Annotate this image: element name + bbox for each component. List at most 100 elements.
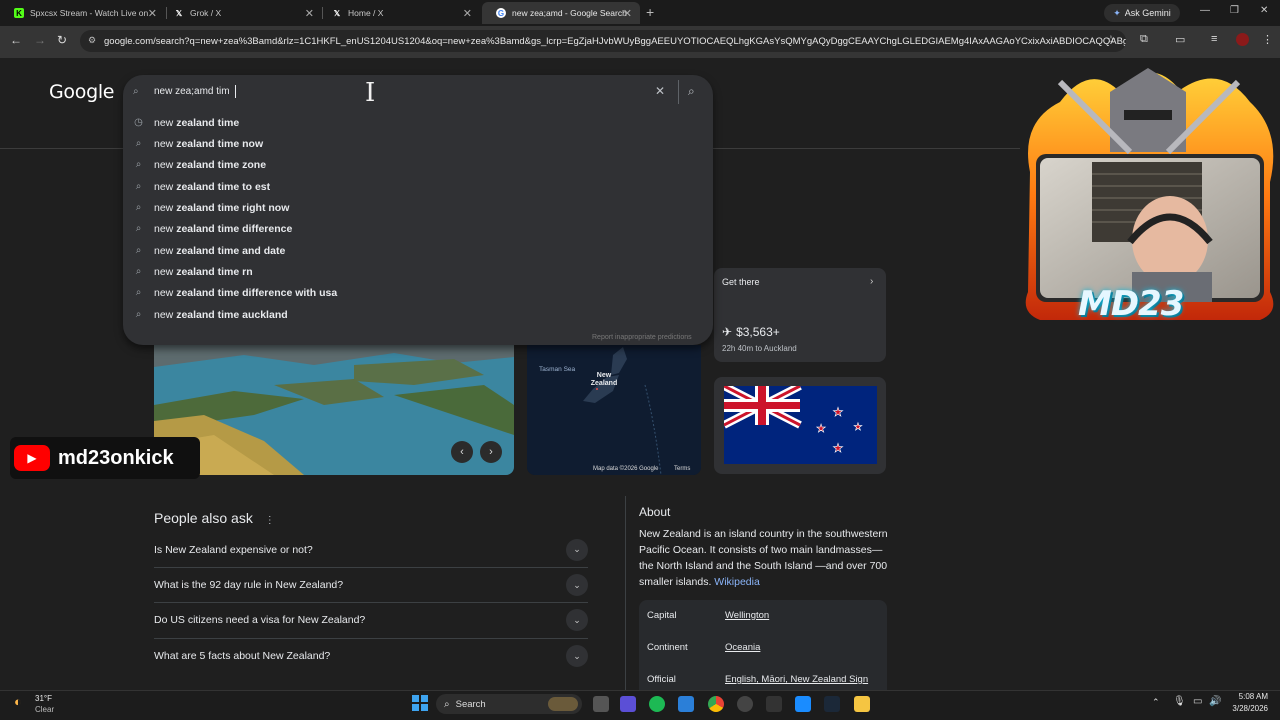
maximize-icon[interactable]: ❐ <box>1230 5 1239 16</box>
suggestion-item[interactable]: ⌕ new zealand time and date <box>123 240 713 261</box>
new-tab-button[interactable]: + <box>646 4 654 20</box>
suggestion-item[interactable]: ⌕ new zealand time auckland <box>123 304 713 325</box>
tab-title: Home / X <box>348 8 384 18</box>
paa-question[interactable]: What are 5 facts about New Zealand? ⌄ <box>154 638 588 673</box>
new-zealand-photo[interactable]: ‹ › <box>154 345 514 475</box>
menu-icon[interactable]: ⋮ <box>1262 33 1273 46</box>
fact-value-link[interactable]: Oceania <box>725 642 760 653</box>
map-terms-link[interactable]: Terms <box>674 466 690 472</box>
reload-icon[interactable]: ↻ <box>57 33 67 47</box>
suggestion-prefix: new <box>154 308 177 321</box>
suggestion-item[interactable]: ⌕ new zealand time difference <box>123 218 713 239</box>
taskbar-search[interactable]: ⌕ Search <box>436 694 582 714</box>
new-zealand-map[interactable]: Tasman Sea New Zealand Map data ©2026 Go… <box>527 345 701 475</box>
obs-icon[interactable] <box>737 696 753 712</box>
minimize-icon[interactable]: — <box>1200 5 1210 16</box>
suggestion-completion: zealand time and date <box>176 244 286 257</box>
media-icon[interactable]: ≡ <box>1211 33 1217 45</box>
tab-google-search[interactable]: G new zea;amd - Google Search ✕ <box>482 2 640 24</box>
site-info-icon[interactable]: ⚙ <box>88 35 96 46</box>
suggestion-item[interactable]: ⌕ new zealand time zone <box>123 154 713 175</box>
map-label-country: New Zealand <box>590 372 618 387</box>
suggestion-completion: zealand time to est <box>176 180 271 193</box>
chevron-down-icon[interactable]: ⌄ <box>566 538 588 561</box>
address-bar[interactable]: ⚙ google.com/search?q=new+zea%3Bamd&rlz=… <box>80 30 1126 52</box>
search-input[interactable]: new zea;amd tim <box>154 86 230 97</box>
flag-card[interactable]: ★ ★ ★ ★ <box>714 377 886 474</box>
suggestion-completion: zealand time <box>176 116 240 129</box>
suggestion-item[interactable]: ⌕ new zealand time rn <box>123 261 713 282</box>
app-icon[interactable] <box>620 696 636 712</box>
google-logo[interactable]: Google <box>49 81 115 103</box>
tab-kick-stream[interactable]: K Spxcsx Stream - Watch Live on ✕ <box>0 2 165 24</box>
paa-question[interactable]: What is the 92 day rule in New Zealand? … <box>154 567 588 602</box>
paa-heading: People also ask ⋮ <box>154 510 275 526</box>
forward-icon[interactable]: → <box>34 33 46 47</box>
chevron-down-icon[interactable]: ⌄ <box>566 574 588 596</box>
microphone-icon[interactable]: 🎙 <box>1173 696 1186 707</box>
tab-title: Spxcsx Stream - Watch Live on <box>30 8 149 18</box>
chrome-icon[interactable] <box>708 696 724 712</box>
suggestion-item[interactable]: ⌕ new zealand time to est <box>123 176 713 197</box>
bookmark-star-icon[interactable]: ☆ <box>1106 33 1116 46</box>
about-text: New Zealand is an island country in the … <box>639 528 888 588</box>
close-tab-icon[interactable]: ✕ <box>623 7 632 20</box>
report-predictions-link[interactable]: Report inappropriate predictions <box>592 334 692 341</box>
wikipedia-link[interactable]: Wikipedia <box>714 576 760 588</box>
search-icon: ⌕ <box>135 287 142 298</box>
weather-icon[interactable]: ◐ <box>14 694 22 709</box>
clock-date[interactable]: 3/28/2026 <box>1226 704 1268 713</box>
more-options-icon[interactable]: ⋮ <box>265 515 275 526</box>
windows-start-icon[interactable] <box>412 695 428 711</box>
paa-title: People also ask <box>154 510 253 526</box>
tab-home-x[interactable]: 𝕏 Home / X ✕ <box>318 2 480 24</box>
google-icon: G <box>496 8 506 18</box>
app-icon[interactable] <box>795 696 811 712</box>
chevron-down-icon[interactable]: ⌄ <box>566 609 588 631</box>
paa-question[interactable]: Do US citizens need a visa for New Zeala… <box>154 602 588 637</box>
file-explorer-icon[interactable] <box>854 696 870 712</box>
chevron-up-icon[interactable]: ⌃ <box>1152 697 1160 708</box>
kick-icon: K <box>14 8 24 18</box>
suggestion-item[interactable]: ◷ new zealand time <box>123 112 713 133</box>
prev-image-button[interactable]: ‹ <box>451 441 473 463</box>
close-window-icon[interactable]: ✕ <box>1260 5 1268 16</box>
close-tab-icon[interactable]: ✕ <box>463 7 472 20</box>
steam-icon[interactable] <box>824 696 840 712</box>
cast-icon[interactable]: ▭ <box>1175 33 1185 46</box>
task-view-icon[interactable] <box>593 696 609 712</box>
url-text: google.com/search?q=new+zea%3Bamd&rlz=1C… <box>104 35 1126 47</box>
network-icon[interactable]: ▭ <box>1193 696 1202 707</box>
suggestion-prefix: new <box>154 244 177 257</box>
close-tab-icon[interactable]: ✕ <box>148 7 157 20</box>
fact-key: Continent <box>647 642 688 653</box>
close-tab-icon[interactable]: ✕ <box>305 7 314 20</box>
ask-gemini-label: Ask Gemini <box>1124 8 1171 18</box>
get-there-card[interactable]: Get there › ✈ $3,563+ 22h 40m to Auckland <box>714 268 886 362</box>
clock-time[interactable]: 5:08 AM <box>1232 692 1268 701</box>
clear-search-icon[interactable]: ✕ <box>655 84 665 98</box>
new-zealand-flag: ★ ★ ★ ★ <box>724 386 877 464</box>
next-image-button[interactable]: › <box>480 441 502 463</box>
fact-value-link[interactable]: Wellington <box>725 610 769 621</box>
suggestion-item[interactable]: ⌕ new zealand time right now <box>123 197 713 218</box>
suggestion-prefix: new <box>154 201 177 214</box>
paa-question[interactable]: Is New Zealand expensive or not? ⌄ <box>154 532 588 567</box>
suggestion-item[interactable]: ⌕ new zealand time difference with usa <box>123 282 713 303</box>
tab-grok[interactable]: 𝕏 Grok / X ✕ <box>160 2 322 24</box>
ask-gemini-button[interactable]: ✦ Ask Gemini <box>1104 4 1180 22</box>
volume-icon[interactable]: 🔊 <box>1209 696 1221 707</box>
app-icon[interactable] <box>678 696 694 712</box>
extensions-icon[interactable]: ⧉ <box>1140 33 1148 46</box>
terminal-icon[interactable] <box>766 696 782 712</box>
suggestion-item[interactable]: ⌕ new zealand time now <box>123 133 713 154</box>
profile-avatar[interactable] <box>1236 33 1249 46</box>
suggestion-prefix: new <box>154 180 177 193</box>
spotify-icon[interactable] <box>649 696 665 712</box>
search-icon: ⌕ <box>135 223 142 234</box>
chevron-down-icon[interactable]: ⌄ <box>566 645 588 667</box>
back-icon[interactable]: ← <box>10 33 22 47</box>
suggestion-prefix: new <box>154 116 177 129</box>
search-submit-icon[interactable]: ⌕ <box>688 84 695 99</box>
fact-value-link[interactable]: English, Māori, New Zealand Sign <box>725 674 868 685</box>
